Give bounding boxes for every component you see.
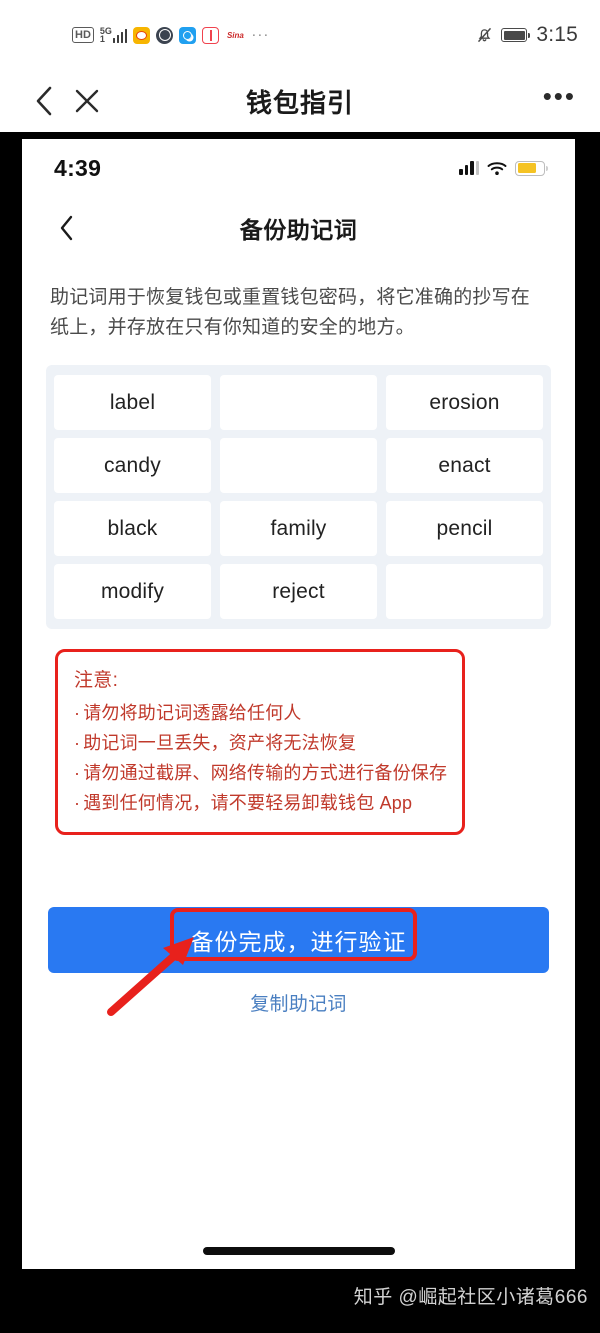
battery-low-power-icon <box>515 160 548 176</box>
network-sub-label: 1 <box>99 34 105 44</box>
status-bar-clock: 3:15 <box>536 23 578 46</box>
inner-page-title: 备份助记词 <box>239 217 358 243</box>
back-button[interactable] <box>24 80 66 122</box>
globe-icon <box>156 26 174 44</box>
warning-item: · 请勿将助记词透露给任何人 <box>74 698 446 728</box>
bullet-icon: · <box>74 763 81 783</box>
warning-item: · 助记词一旦丢失，资产将无法恢复 <box>74 728 446 758</box>
warning-title: 注意: <box>74 670 119 691</box>
mnemonic-word-cell[interactable] <box>386 564 543 619</box>
status-bar-left-icons: HD 5G 1 Sina ··· <box>72 26 270 44</box>
book-icon <box>202 26 220 44</box>
inner-status-bar: 4:39 <box>22 139 575 197</box>
copy-mnemonic-link[interactable]: 复制助记词 <box>48 989 549 1016</box>
outer-nav-bar: 钱包指引 ••• <box>0 70 600 132</box>
chevron-left-icon <box>60 215 73 241</box>
bullet-icon: · <box>74 703 81 723</box>
cellular-signal-icon <box>459 161 479 175</box>
signal-bars-icon <box>112 28 128 43</box>
inner-phone-screen: 4:39 备份助记词 助记词用于恢复钱包或重置钱包密码，将它准确的抄写在纸上，并… <box>22 139 575 1269</box>
inner-status-right-icons <box>459 160 548 176</box>
mnemonic-word-cell[interactable]: family <box>220 501 377 556</box>
home-indicator <box>202 1247 395 1255</box>
bullet-icon: · <box>74 793 81 813</box>
inner-back-button[interactable] <box>50 211 84 245</box>
weibo-icon <box>133 26 151 44</box>
status-overflow-icon: ··· <box>251 26 270 43</box>
wifi-icon <box>487 161 507 175</box>
mnemonic-word-cell[interactable] <box>220 438 377 493</box>
inner-status-clock: 4:39 <box>54 154 102 181</box>
embedded-screenshot: 4:39 备份助记词 助记词用于恢复钱包或重置钱包密码，将它准确的抄写在纸上，并… <box>0 132 600 1333</box>
status-bar-right-icons: 3:15 <box>477 23 578 47</box>
chevron-left-icon <box>36 86 52 116</box>
warning-item-text: 请勿将助记词透露给任何人 <box>83 703 302 723</box>
warning-item: · 请勿通过截屏、网络传输的方式进行备份保存 <box>74 758 448 788</box>
mnemonic-word-cell[interactable]: erosion <box>386 375 543 430</box>
close-icon <box>75 89 99 113</box>
warning-item-text: 请勿通过截屏、网络传输的方式进行备份保存 <box>83 763 448 783</box>
action-area: 备份完成，进行验证 复制助记词 <box>22 907 575 1016</box>
warning-box: 注意: · 请勿将助记词透露给任何人 · 助记词一旦丢失，资产将无法恢复 · 请勿通过… <box>55 649 465 835</box>
mnemonic-word-cell[interactable]: candy <box>54 438 211 493</box>
warning-item: · 遇到任何情况，请不要轻易卸载钱包 App <box>74 788 446 818</box>
bullet-icon: · <box>74 733 81 753</box>
mnemonic-word-cell[interactable] <box>220 375 377 430</box>
mnemonic-word-cell[interactable]: reject <box>220 564 377 619</box>
cellular-signal-icon: 5G 1 <box>99 27 128 44</box>
outer-status-bar: HD 5G 1 Sina ··· 3:15 <box>0 0 600 70</box>
battery-full-icon <box>501 28 531 42</box>
mnemonic-grid: label erosion candy enact black family p… <box>46 365 551 629</box>
inner-nav-bar: 备份助记词 <box>22 197 575 259</box>
hd-icon: HD <box>72 27 94 43</box>
close-button[interactable] <box>66 80 108 122</box>
sina-icon: Sina <box>226 30 244 40</box>
warning-item-text: 助记词一旦丢失，资产将无法恢复 <box>83 733 357 753</box>
mnemonic-word-cell[interactable]: pencil <box>386 501 543 556</box>
mnemonic-word-cell[interactable]: enact <box>386 438 543 493</box>
watermark: 知乎 @崛起社区小诸葛666 <box>353 1287 588 1308</box>
bell-muted-icon <box>477 27 492 43</box>
more-horizontal-icon[interactable]: ••• <box>543 83 576 111</box>
search-app-icon <box>179 26 197 44</box>
backup-complete-verify-button[interactable]: 备份完成，进行验证 <box>48 907 549 973</box>
mnemonic-word-cell[interactable]: modify <box>54 564 211 619</box>
mnemonic-description: 助记词用于恢复钱包或重置钱包密码，将它准确的抄写在纸上，并存放在只有你知道的安全… <box>50 287 531 338</box>
warning-item-text: 遇到任何情况，请不要轻易卸载钱包 App <box>83 793 413 813</box>
mnemonic-word-cell[interactable]: black <box>54 501 211 556</box>
mnemonic-word-cell[interactable]: label <box>54 375 211 430</box>
